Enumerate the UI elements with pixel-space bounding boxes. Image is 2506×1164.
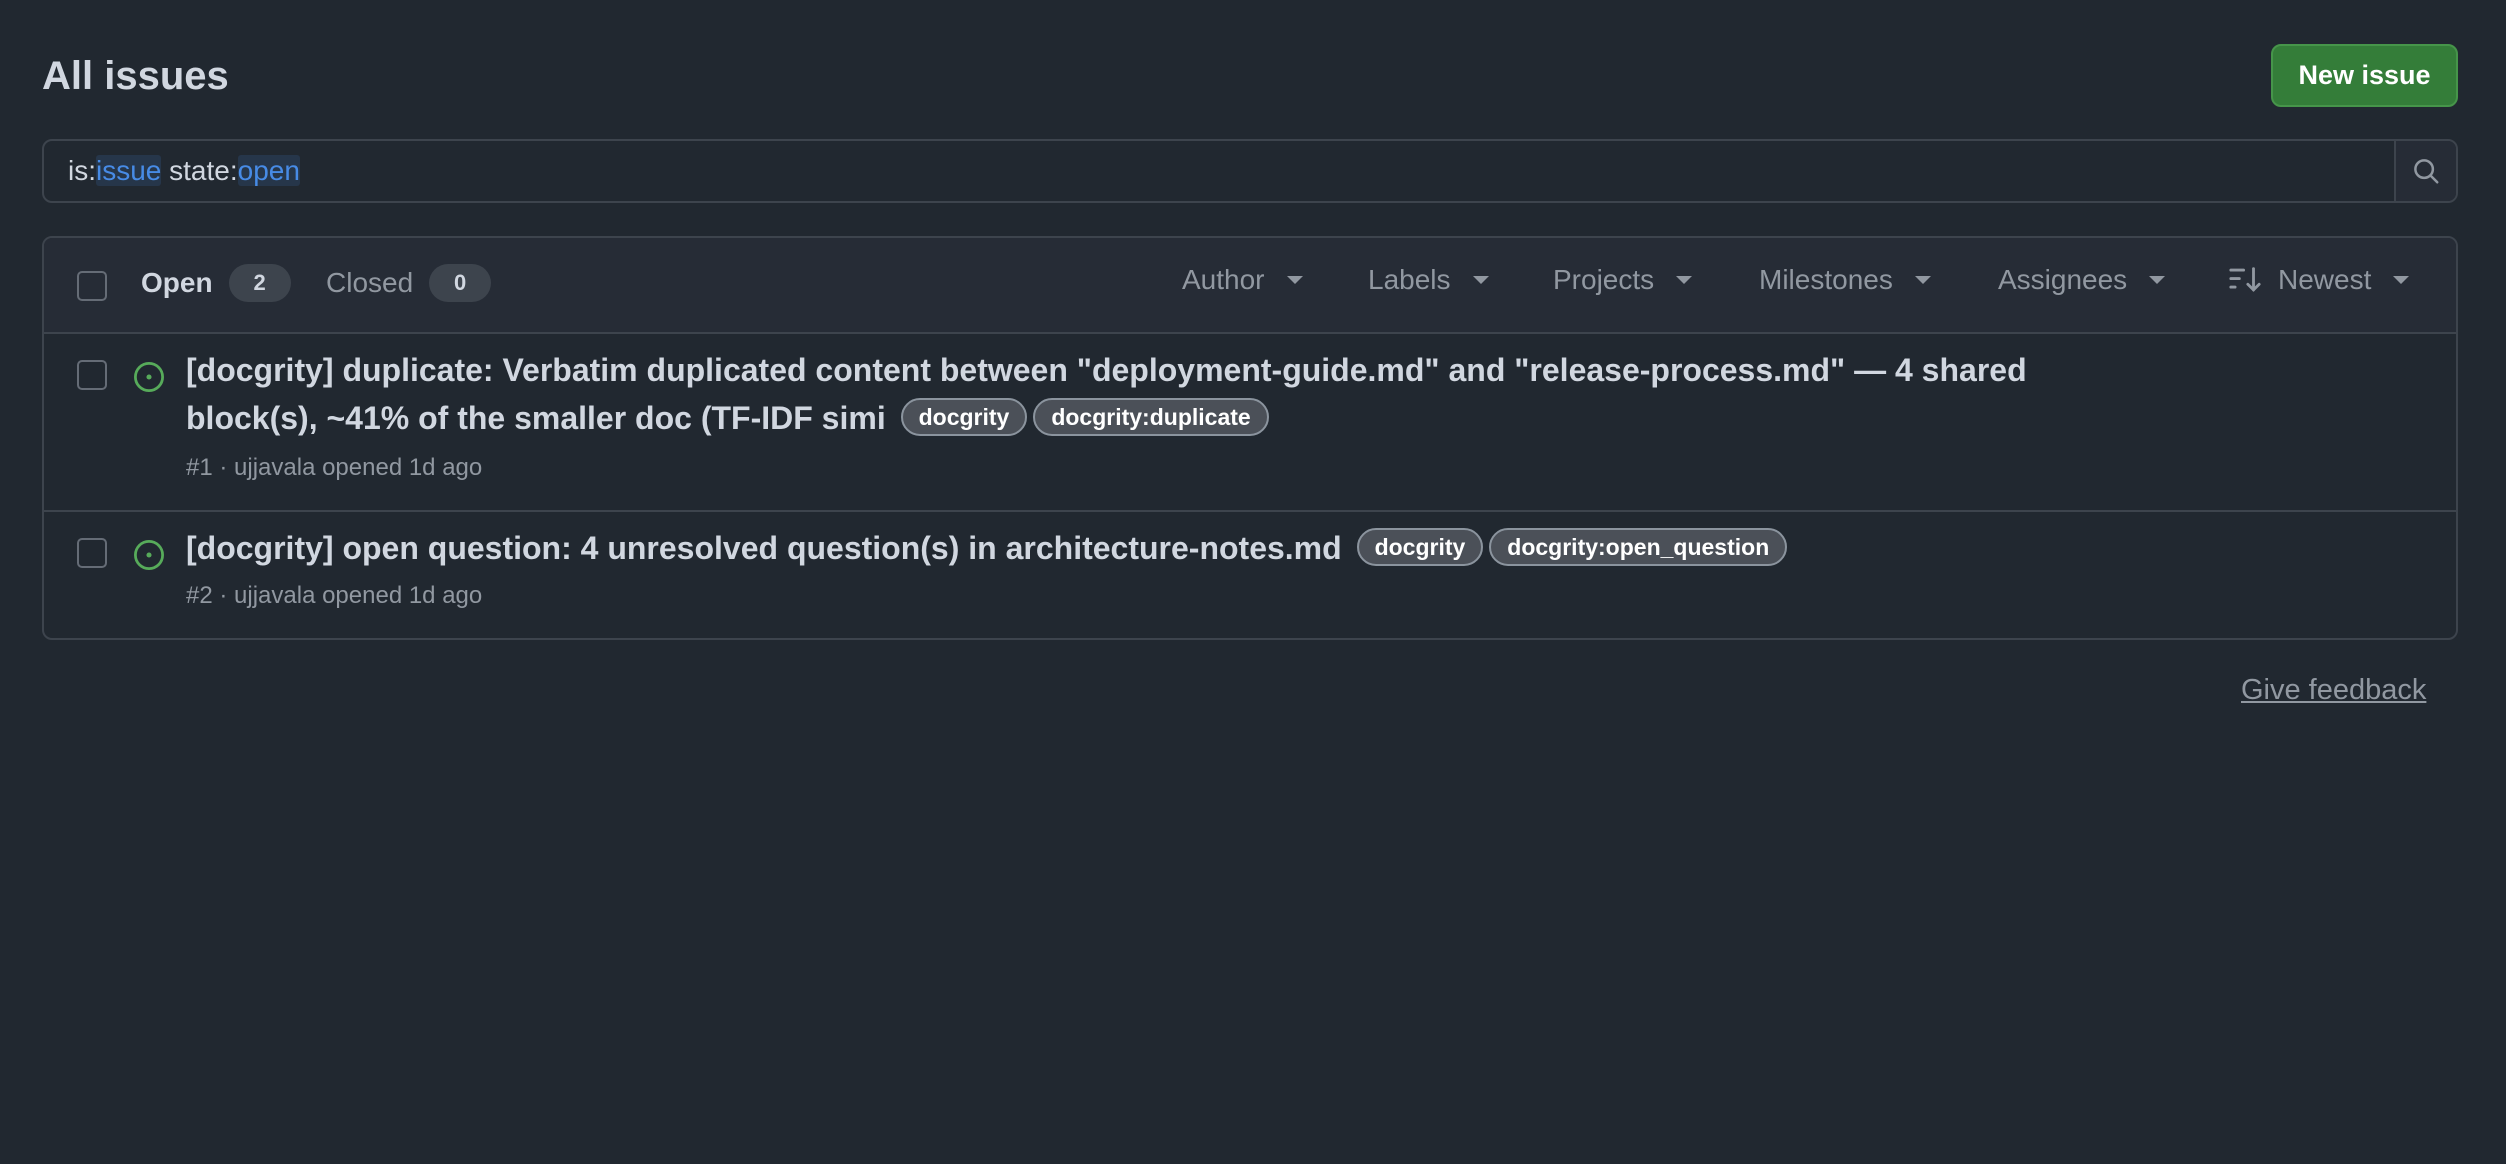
issue-checkbox[interactable] xyxy=(77,360,107,390)
assignees-filter[interactable]: Assignees xyxy=(1998,264,2166,296)
author-filter-label: Author xyxy=(1182,264,1265,295)
search-qualifier-is: is: xyxy=(68,155,96,186)
sort-dropdown[interactable]: Newest xyxy=(2228,264,2410,296)
search-value-issue: issue xyxy=(96,155,162,186)
issues-list: Open 2 Closed 0 Author Labels Projects M… xyxy=(42,236,2458,640)
caret-down-icon xyxy=(1286,276,1303,284)
search-button[interactable] xyxy=(2394,141,2456,201)
issue-title-line: [docgrity] duplicate: Verbatim duplicate… xyxy=(186,346,2046,442)
tab-open[interactable]: Open 2 xyxy=(141,264,291,302)
label-docgrity[interactable]: docgrity xyxy=(900,398,1028,436)
tab-closed-label: Closed xyxy=(326,267,414,298)
select-all-checkbox[interactable] xyxy=(77,271,107,301)
sort-label: Newest xyxy=(2278,264,2372,295)
projects-filter[interactable]: Projects xyxy=(1553,264,1693,296)
labels-filter[interactable]: Labels xyxy=(1368,264,1489,296)
new-issue-button[interactable]: New issue xyxy=(2271,44,2458,107)
issue-row: [docgrity] duplicate: Verbatim duplicate… xyxy=(44,334,2456,512)
projects-filter-label: Projects xyxy=(1553,264,1655,295)
author-filter[interactable]: Author xyxy=(1182,264,1303,296)
issue-opened-icon xyxy=(134,362,164,392)
milestones-filter-label: Milestones xyxy=(1759,264,1893,295)
page-title: All issues xyxy=(42,54,229,98)
tab-open-label: Open xyxy=(141,267,213,298)
sort-icon xyxy=(2229,267,2261,292)
give-feedback-link[interactable]: Give feedback xyxy=(2241,674,2426,707)
issues-page: All issues New issue is:issue state:open… xyxy=(0,0,2506,1164)
search-value-open: open xyxy=(237,155,300,186)
caret-down-icon xyxy=(2393,276,2410,284)
assignees-filter-label: Assignees xyxy=(1998,264,2128,295)
labels-filter-label: Labels xyxy=(1368,264,1451,295)
issue-meta: #1 · ujjavala opened 1d ago xyxy=(186,454,483,481)
milestones-filter[interactable]: Milestones xyxy=(1759,264,1931,296)
caret-down-icon xyxy=(2149,276,2166,284)
label-docgrity-duplicate[interactable]: docgrity:duplicate xyxy=(1033,398,1269,436)
caret-down-icon xyxy=(1914,276,1931,284)
caret-down-icon xyxy=(1676,276,1693,284)
label-docgrity[interactable]: docgrity xyxy=(1356,528,1484,566)
open-count-badge: 2 xyxy=(228,264,291,302)
issue-checkbox[interactable] xyxy=(77,538,107,568)
issues-toolbar: Open 2 Closed 0 Author Labels Projects M… xyxy=(44,238,2456,334)
issue-opened-icon xyxy=(134,540,164,570)
issue-title-link[interactable]: [docgrity] open question: 4 unresolved q… xyxy=(186,530,1342,566)
search-icon xyxy=(2414,159,2439,184)
closed-count-badge: 0 xyxy=(429,264,492,302)
search-bar[interactable]: is:issue state:open xyxy=(42,139,2458,203)
issue-row: [docgrity] open question: 4 unresolved q… xyxy=(44,512,2456,638)
search-input[interactable]: is:issue state:open xyxy=(44,141,2394,201)
issue-title-line: [docgrity] open question: 4 unresolved q… xyxy=(186,524,2046,572)
tab-closed[interactable]: Closed 0 xyxy=(326,264,492,302)
label-docgrity-open-question[interactable]: docgrity:open_question xyxy=(1489,528,1788,566)
search-qualifier-state: state: xyxy=(161,155,238,186)
issue-meta: #2 · ujjavala opened 1d ago xyxy=(186,582,483,609)
caret-down-icon xyxy=(1472,276,1489,284)
